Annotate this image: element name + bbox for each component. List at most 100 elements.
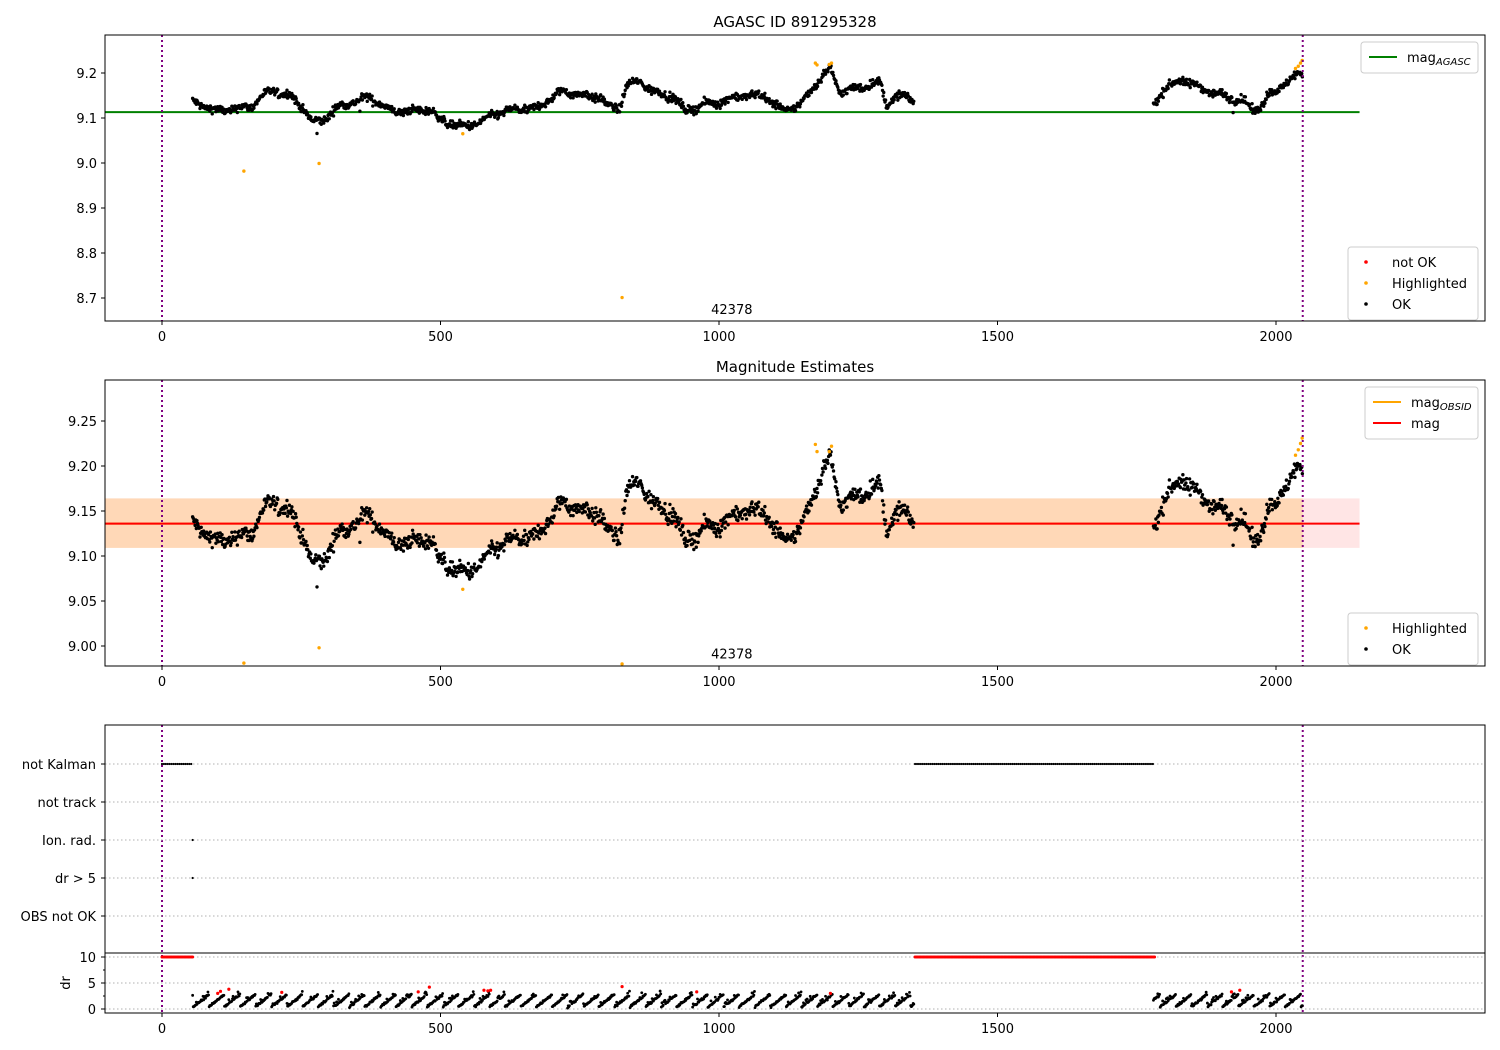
plot1-bottom-legend-label: OK xyxy=(1392,298,1411,313)
ok-point xyxy=(906,510,910,514)
ok-point xyxy=(835,489,839,494)
dr-point xyxy=(839,995,843,998)
ok-point xyxy=(392,535,396,540)
dr-point xyxy=(441,992,445,995)
dr-point xyxy=(1229,998,1233,1002)
dr-point xyxy=(425,993,429,997)
flag-point xyxy=(191,876,194,880)
dr-point xyxy=(227,998,231,1002)
ok-point xyxy=(1228,517,1232,521)
ok-point xyxy=(1198,489,1203,494)
dr-point xyxy=(709,999,713,1003)
plot2-bottom-legend-box xyxy=(1347,612,1479,666)
ok-point xyxy=(1293,475,1297,480)
dr-point xyxy=(300,989,304,993)
ok-point xyxy=(887,528,891,532)
ok-point xyxy=(360,98,365,102)
plot3-xtick-label: 1500 xyxy=(981,1022,1014,1037)
dr-point xyxy=(803,1002,807,1006)
ok-point xyxy=(886,532,890,537)
flag-point xyxy=(1106,762,1110,766)
plot2-top-legend-label: mag xyxy=(1411,417,1440,432)
ok-point xyxy=(614,533,619,538)
ok-point xyxy=(525,543,529,548)
ok-point xyxy=(255,525,259,530)
ok-point xyxy=(317,554,322,558)
ok-point xyxy=(488,551,493,555)
plot3-xtick-label: 2000 xyxy=(1259,1022,1292,1037)
ok-point xyxy=(718,106,722,111)
dr-point xyxy=(362,994,366,998)
flag-point xyxy=(1110,762,1114,766)
ok-point xyxy=(694,545,698,549)
dr-point xyxy=(768,993,772,997)
dr-point xyxy=(658,989,662,993)
ok-point xyxy=(720,524,724,528)
ok-point xyxy=(622,92,627,96)
flag-point xyxy=(949,762,952,766)
ok-point xyxy=(536,523,540,528)
flag-point xyxy=(960,762,963,766)
ok-point xyxy=(744,512,748,517)
ok-point xyxy=(590,506,594,511)
ok-point xyxy=(677,520,681,524)
ok-point xyxy=(208,540,212,544)
plot2-annotation: 42378 xyxy=(711,648,752,663)
plot2-ytick-label: 9.00 xyxy=(68,640,97,655)
ok-point xyxy=(769,524,774,529)
ok-point xyxy=(655,496,660,501)
ok-point xyxy=(834,480,838,484)
dr-point xyxy=(417,996,421,1000)
flag-point xyxy=(974,762,977,766)
dr-point xyxy=(908,990,911,994)
flag-point xyxy=(1050,762,1053,766)
ok-point xyxy=(389,534,393,538)
flag-point xyxy=(976,762,979,766)
ok-point xyxy=(647,489,651,494)
ok-point xyxy=(270,502,274,506)
figure: AGASC ID 891295328 Magnitude Estimates d… xyxy=(0,0,1500,1050)
ok-point xyxy=(198,535,202,539)
ok-point xyxy=(1256,542,1260,546)
flag-point xyxy=(1122,762,1125,766)
ok-point xyxy=(882,503,886,507)
ok-point xyxy=(1192,482,1196,486)
dr-red-point xyxy=(828,991,833,996)
ok-point xyxy=(1258,534,1262,539)
flag-point xyxy=(921,762,924,766)
ok-point xyxy=(315,131,319,136)
ok-point xyxy=(623,499,627,503)
ok-point xyxy=(419,536,423,540)
ok-point xyxy=(1166,86,1170,91)
flag-point xyxy=(1108,762,1112,766)
ok-point xyxy=(415,541,420,545)
ok-point xyxy=(431,535,436,539)
ok-point xyxy=(368,507,372,511)
ok-point xyxy=(825,458,830,463)
flag-point xyxy=(1093,762,1096,766)
ok-point xyxy=(1277,89,1281,94)
dr-point xyxy=(503,993,506,996)
ok-point xyxy=(1300,71,1304,76)
flag-point xyxy=(1052,762,1055,766)
ok-point xyxy=(593,522,597,527)
dr-point xyxy=(1189,993,1193,996)
plot1-xtick-label: 1500 xyxy=(981,330,1014,345)
ok-point xyxy=(1253,544,1257,549)
dr-red-point xyxy=(280,990,284,994)
ok-point xyxy=(1153,523,1157,528)
ok-point xyxy=(392,107,396,111)
dr-point xyxy=(659,992,663,996)
flag-point xyxy=(1144,762,1147,766)
highlighted-point xyxy=(242,169,246,173)
ok-point xyxy=(285,88,289,92)
ok-point xyxy=(220,532,224,537)
ok-point xyxy=(1251,540,1256,544)
dr-point xyxy=(300,993,304,997)
ok-point xyxy=(401,549,406,553)
ok-point xyxy=(612,538,616,543)
flag-point xyxy=(933,762,936,766)
ok-point xyxy=(669,511,673,515)
ok-point xyxy=(633,479,638,484)
ok-point xyxy=(821,470,825,474)
